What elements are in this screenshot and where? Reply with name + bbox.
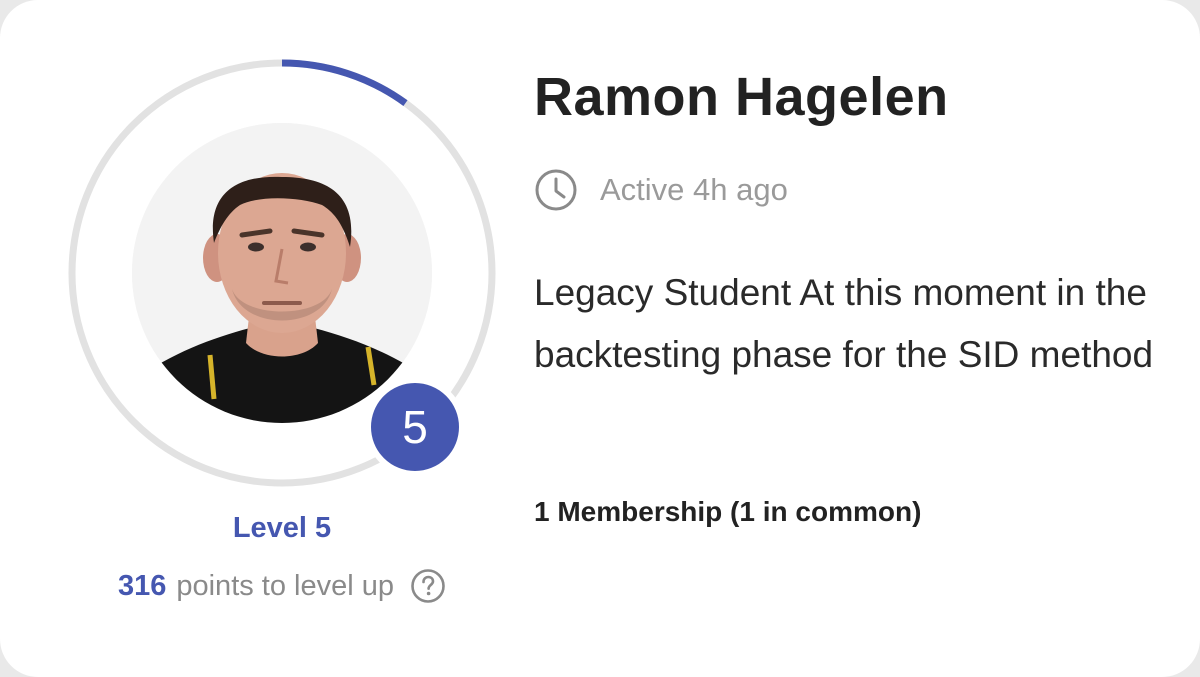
points-to-level-up: 316 points to level up [66,568,498,604]
avatar[interactable] [132,123,432,423]
membership-link[interactable]: 1 Membership (1 in common) [534,496,921,528]
profile-card: 5 Level 5 316 points to level up Ramon H… [0,0,1200,677]
points-value: 316 [117,569,167,602]
question-circle-icon[interactable] [410,568,446,604]
clock-icon [534,168,578,212]
level-badge: 5 [365,377,465,477]
activity-status: Active 4h ago [534,168,788,212]
profile-name: Ramon Hagelen [534,67,949,127]
avatar-progress-container: 5 [66,57,498,489]
active-text: Active 4h ago [600,172,788,207]
profile-bio: Legacy Student At this moment in the bac… [534,272,1154,375]
points-text: points to level up [176,569,395,602]
level-label: Level 5 [232,512,332,544]
avatar-image [132,123,432,423]
